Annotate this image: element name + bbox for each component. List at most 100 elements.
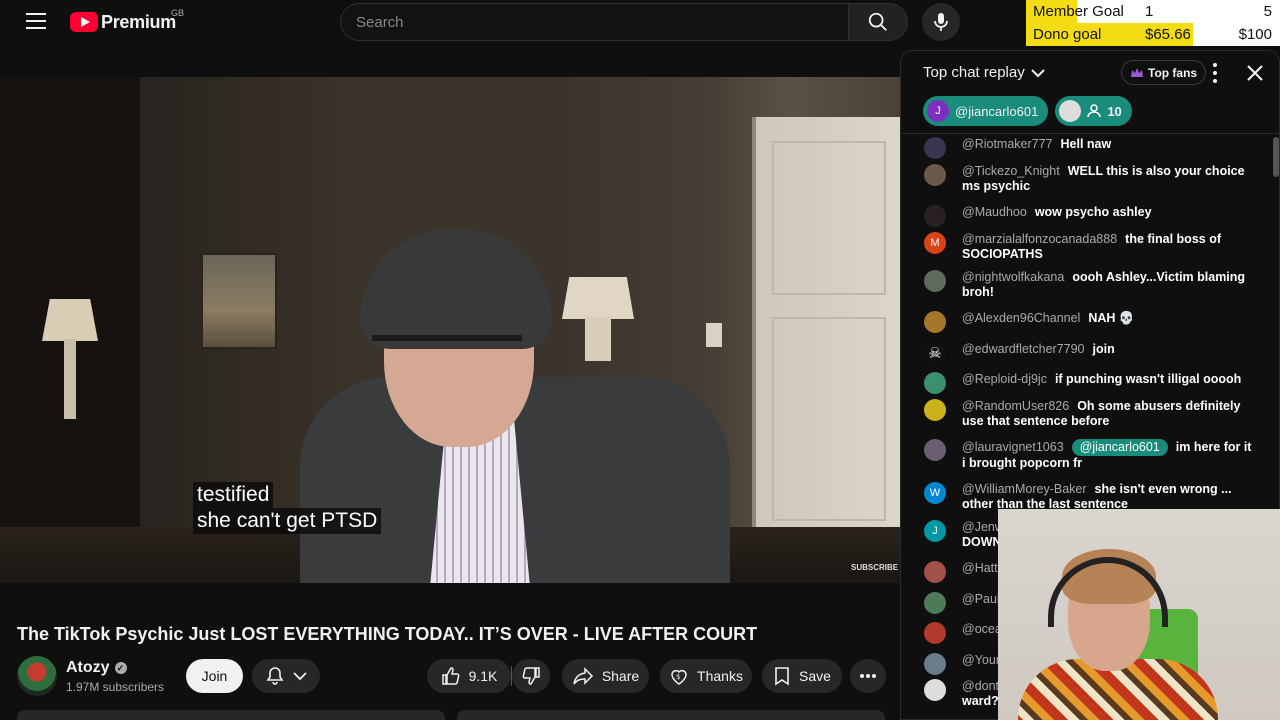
search-box — [340, 3, 848, 41]
pinned-users: J @jiancarlo601 10 — [923, 96, 1132, 126]
chat-author[interactable]: @lauravignet1063 — [962, 440, 1064, 454]
bookmark-icon — [775, 667, 789, 686]
save-button[interactable]: Save — [762, 659, 842, 693]
channel-name[interactable]: Atozy — [66, 659, 110, 677]
thanks-label: Thanks — [697, 668, 743, 684]
chat-message[interactable]: @Alexden96Channel NAH 💀 — [924, 311, 1274, 333]
more-actions-button[interactable] — [850, 659, 886, 693]
chat-author[interactable]: @WilliamMorey-Baker — [962, 482, 1087, 496]
chat-message[interactable]: @Riotmaker777 Hell naw — [924, 137, 1274, 159]
chat-message[interactable]: @Maudhoo wow psycho ashley — [924, 205, 1274, 227]
chat-message[interactable]: @Reploid-dj9jc if punching wasn't illigal… — [924, 372, 1274, 394]
chat-author[interactable]: @edwardfletcher7790 — [962, 342, 1085, 356]
chat-mode-dropdown[interactable]: Top chat replay — [923, 64, 1045, 81]
chat-avatar — [924, 653, 946, 675]
chat-text: if punching wasn't illigal ooooh — [1054, 372, 1242, 386]
top-fans-button[interactable]: Top fans — [1121, 60, 1207, 85]
chat-avatar: M — [924, 232, 946, 254]
youtube-play-icon — [70, 12, 98, 32]
chevron-down-icon — [1031, 68, 1045, 77]
chat-text: wow psycho ashley — [1034, 205, 1152, 219]
chat-message[interactable]: @Tickezo_Knight WELL this is also your ch… — [924, 164, 1274, 194]
chat-title: Top chat replay — [923, 64, 1025, 81]
voice-search-button[interactable] — [922, 3, 960, 41]
thanks-button[interactable]: $ Thanks — [660, 659, 752, 693]
chat-header: Top chat replay Top fans — [901, 51, 1279, 95]
chat-avatar — [924, 622, 946, 644]
pinned-user-name: @jiancarlo601 — [955, 103, 1039, 119]
chat-author[interactable]: @Alexden96Channel — [962, 311, 1080, 325]
chat-text: DOWN — [962, 535, 1002, 549]
captions: testified she can't get PTSD — [193, 482, 382, 534]
chat-author[interactable]: @marzialalfonzocanada888 — [962, 232, 1117, 246]
pinned-count-chip[interactable]: 10 — [1055, 96, 1132, 126]
search-icon — [868, 12, 887, 31]
chat-message[interactable]: M @marzialalfonzocanada888 the final boss … — [924, 232, 1274, 262]
description-box[interactable] — [17, 710, 445, 720]
chat-author[interactable]: @Tickezo_Knight — [962, 164, 1060, 178]
logo-text: Premium — [101, 11, 176, 32]
channel-name-row[interactable]: Atozy ✓ — [66, 659, 127, 677]
member-goal: Member Goal 1 5 — [1026, 0, 1280, 23]
chat-author[interactable]: @Your — [962, 653, 1000, 667]
presenter-glasses — [372, 335, 522, 375]
close-icon[interactable] — [1244, 62, 1266, 84]
chat-author[interactable]: @Maudhoo — [962, 205, 1027, 219]
chat-author[interactable]: @ocea — [962, 622, 1002, 636]
chat-avatar — [924, 439, 946, 461]
top-bar: Premium GB Member Goal 1 5 Dono goal $65… — [0, 0, 1280, 46]
pinned-count: 10 — [1107, 103, 1122, 119]
chat-author[interactable]: @Riotmaker777 — [962, 137, 1053, 151]
chat-author[interactable]: @nightwolfkakana — [962, 270, 1064, 284]
chat-message[interactable]: @lauravignet1063 @jiancarlo601 im here for… — [924, 439, 1274, 471]
chat-text: join — [1092, 342, 1115, 356]
join-button[interactable]: Join — [186, 659, 243, 693]
chat-author[interactable]: @Paul — [962, 592, 1000, 606]
chat-text: ward? — [962, 694, 999, 708]
scene-lamp — [42, 299, 98, 341]
menu-icon[interactable] — [26, 13, 46, 29]
chat-author[interactable]: @Reploid-dj9jc — [962, 372, 1047, 386]
bell-icon — [266, 667, 284, 685]
chat-message[interactable]: @nightwolfkakana oooh Ashley...Victim bla… — [924, 270, 1274, 300]
dislike-button[interactable] — [512, 659, 550, 693]
pinned-user-chip[interactable]: J @jiancarlo601 — [923, 96, 1049, 126]
chat-author[interactable]: @dont — [962, 679, 999, 693]
search-button[interactable] — [848, 3, 908, 41]
caption-line: she can't get PTSD — [193, 508, 382, 534]
crown-icon — [1131, 68, 1143, 77]
video-player[interactable]: testified she can't get PTSD SUBSCRIBE — [0, 77, 900, 583]
chat-avatar — [924, 164, 946, 186]
caption-line: testified — [193, 482, 274, 508]
subscribe-watermark[interactable]: SUBSCRIBE — [851, 563, 898, 572]
chat-avatar: J — [924, 520, 946, 542]
presenter-beanie — [360, 229, 552, 349]
chat-author[interactable]: @RandomUser826 — [962, 399, 1069, 413]
goals-overlay: Member Goal 1 5 Dono goal $65.66 $100 — [1026, 0, 1280, 46]
like-button[interactable]: 9.1K — [427, 659, 511, 693]
notification-button[interactable] — [252, 659, 320, 693]
chat-message[interactable]: @RandomUser826 Oh some abusers definitely… — [924, 399, 1274, 429]
chat-message[interactable]: W @WilliamMorey-Baker she isn't even wrong… — [924, 482, 1274, 512]
share-label: Share — [601, 668, 640, 684]
save-label: Save — [799, 668, 831, 684]
pinned-avatar — [1059, 100, 1082, 122]
share-button[interactable]: Share — [562, 659, 649, 693]
description-box[interactable] — [457, 710, 885, 720]
pinned-user-avatar: J — [927, 100, 949, 122]
chat-mention[interactable]: @jiancarlo601 — [1071, 439, 1168, 456]
chat-message[interactable]: ☠ @edwardfletcher7790 join — [924, 342, 1274, 364]
search-input[interactable] — [341, 4, 848, 40]
like-count: 9.1K — [468, 668, 498, 684]
subscriber-count: 1.97M subscribers — [66, 680, 165, 694]
thumbs-up-icon — [441, 667, 460, 685]
more-vertical-icon[interactable] — [1211, 63, 1219, 83]
microphone-icon — [934, 13, 948, 31]
scene-lamp-base — [585, 317, 611, 361]
youtube-premium-logo[interactable]: Premium — [70, 10, 176, 34]
chat-avatar — [924, 137, 946, 159]
channel-avatar[interactable] — [17, 656, 57, 696]
dono-goal-label: Dono goal — [1033, 26, 1102, 43]
chat-text: NAH 💀 — [1088, 311, 1135, 325]
chat-avatar — [924, 561, 946, 583]
